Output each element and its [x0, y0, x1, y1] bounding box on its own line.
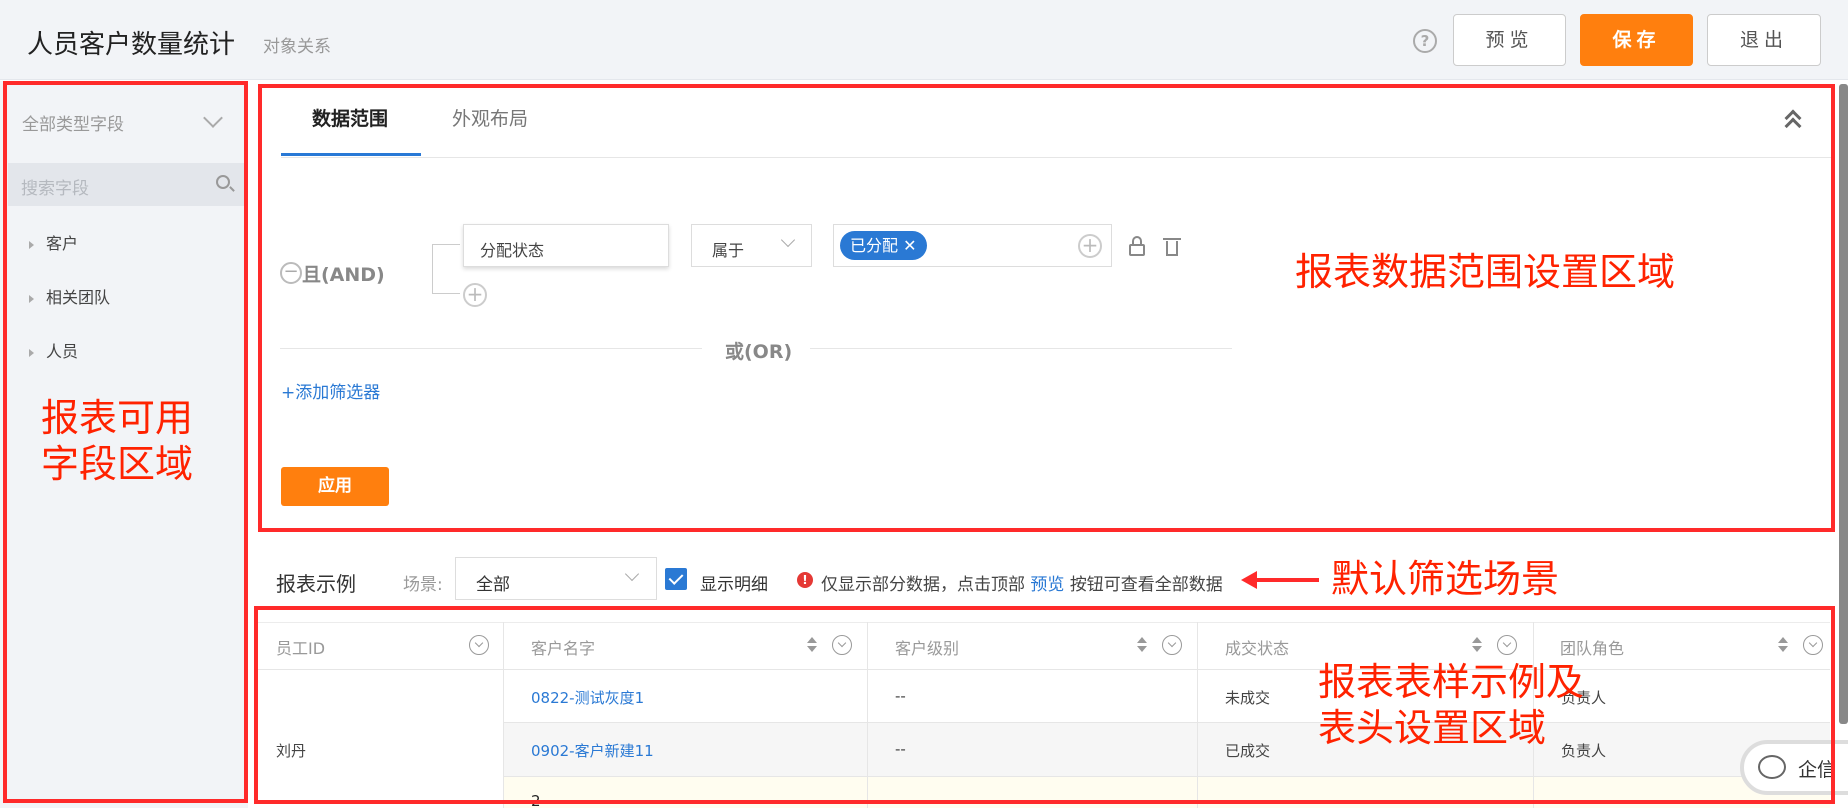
annotation-fields-line1: 报表可用 — [41, 396, 194, 440]
annotation-box-table — [254, 606, 1835, 804]
preview-button[interactable]: 预览 — [1453, 14, 1566, 66]
annotation-table-line1: 报表表样示例及 — [1318, 660, 1585, 704]
info-prefix: 仅显示部分数据，点击顶部 — [821, 575, 1025, 595]
scene-label: 场景: — [403, 575, 443, 595]
annotation-fields-line2: 字段区域 — [41, 442, 194, 486]
show-detail-checkbox[interactable] — [665, 568, 687, 590]
exit-button[interactable]: 退出 — [1707, 14, 1821, 66]
page-subtitle: 对象关系 — [263, 37, 331, 57]
sample-title: 报表示例 — [276, 572, 356, 596]
annotation-arrow — [1241, 571, 1319, 589]
header-bar: 人员客户数量统计 对象关系 ? 预览 保存 退出 — [0, 0, 1848, 80]
page-title: 人员客户数量统计 — [27, 30, 236, 60]
scene-select[interactable]: 全部 — [455, 557, 657, 600]
vertical-scrollbar[interactable] — [1839, 84, 1848, 724]
info-suffix: 按钮可查看全部数据 — [1069, 575, 1223, 595]
annotation-box-range — [258, 84, 1835, 532]
info-message: 仅显示部分数据，点击顶部 预览 按钮可查看全部数据 — [821, 570, 1223, 595]
show-detail-label: 显示明细 — [700, 575, 768, 595]
preview-link[interactable]: 预览 — [1030, 575, 1064, 595]
help-icon[interactable]: ? — [1413, 29, 1437, 53]
save-button[interactable]: 保存 — [1580, 14, 1693, 66]
annotation-table-line2: 表头设置区域 — [1318, 706, 1547, 750]
annotation-default-scene: 默认筛选场景 — [1331, 557, 1560, 601]
annotation-range: 报表数据范围设置区域 — [1295, 250, 1676, 294]
info-icon: ! — [797, 572, 813, 588]
